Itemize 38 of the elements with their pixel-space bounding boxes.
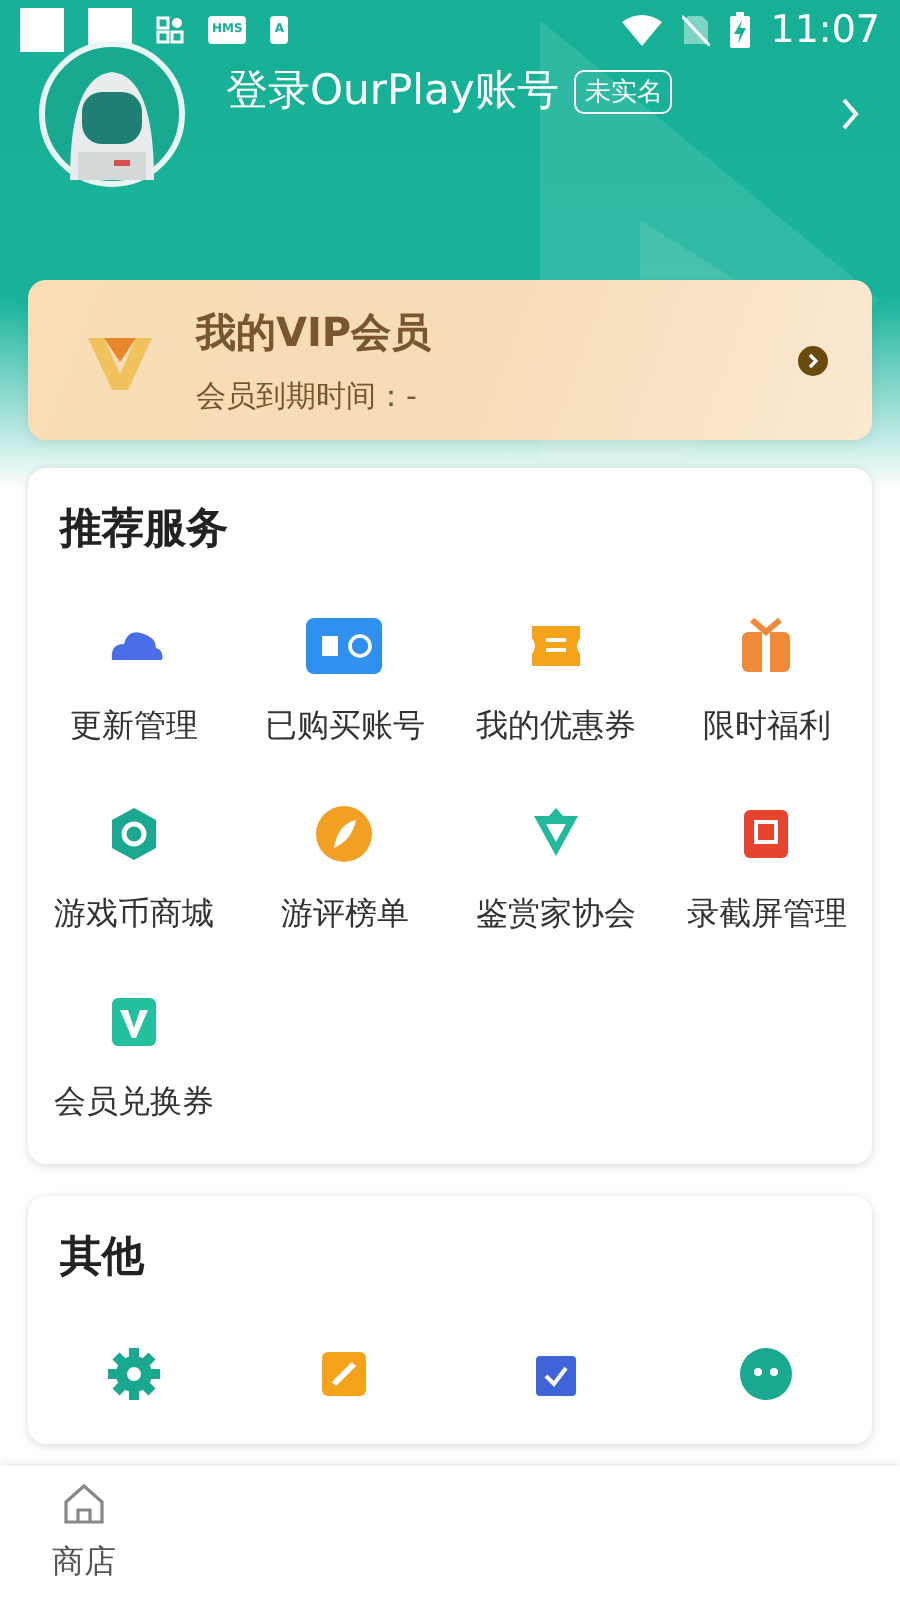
battery-icon — [730, 12, 751, 48]
wifi-icon — [622, 14, 663, 46]
service-label: 游评榜单 — [280, 894, 409, 936]
service-label: 更新管理 — [69, 706, 198, 748]
store-tab[interactable]: 商店 — [52, 1466, 116, 1600]
clock-time: 11:07 — [770, 8, 880, 52]
arrow-right-icon — [798, 345, 828, 375]
grid-icon — [156, 16, 184, 44]
service-item[interactable]: 我的优惠券 — [450, 616, 661, 748]
robot-icon[interactable] — [736, 1344, 797, 1404]
vip-expiry-text: 会员到期时间：- — [196, 377, 419, 415]
service-item[interactable]: 游戏币商城 — [28, 804, 239, 936]
home-icon — [62, 1482, 106, 1526]
service-item[interactable]: 录截屏管理 — [661, 804, 872, 936]
service-label: 我的优惠券 — [475, 706, 636, 748]
service-label: 录截屏管理 — [686, 894, 847, 936]
vip-title: 我的VIP会员 — [196, 305, 432, 359]
service-label: 游戏币商城 — [53, 894, 214, 936]
service-item[interactable]: 鉴赏家协会 — [450, 804, 661, 936]
service-item[interactable]: 更新管理 — [28, 616, 239, 748]
astronaut-avatar-icon[interactable] — [38, 40, 186, 188]
vip-card[interactable]: 我的VIP会员 会员到期时间：- — [28, 280, 872, 440]
verification-tag: 未实名 — [574, 70, 673, 114]
service-label: 会员兑换券 — [53, 1082, 214, 1124]
no-sim-icon — [682, 14, 711, 46]
service-label: 鉴赏家协会 — [475, 894, 636, 936]
service-item[interactable]: 游评榜单 — [239, 804, 450, 936]
section-title: 其他 — [60, 1230, 147, 1284]
service-label: 已购买账号 — [264, 706, 425, 748]
notification-icon — [20, 8, 64, 52]
service-item[interactable]: 会员兑换券 — [28, 992, 239, 1124]
service-item[interactable]: 限时福利 — [661, 616, 872, 748]
settings-icon[interactable] — [103, 1344, 164, 1404]
chevron-right-icon[interactable] — [840, 96, 860, 132]
store-icon — [306, 616, 383, 676]
section-title: 推荐服务 — [60, 502, 230, 556]
service-label: 限时福利 — [702, 706, 831, 748]
service-item[interactable]: 已购买账号 — [239, 616, 450, 748]
